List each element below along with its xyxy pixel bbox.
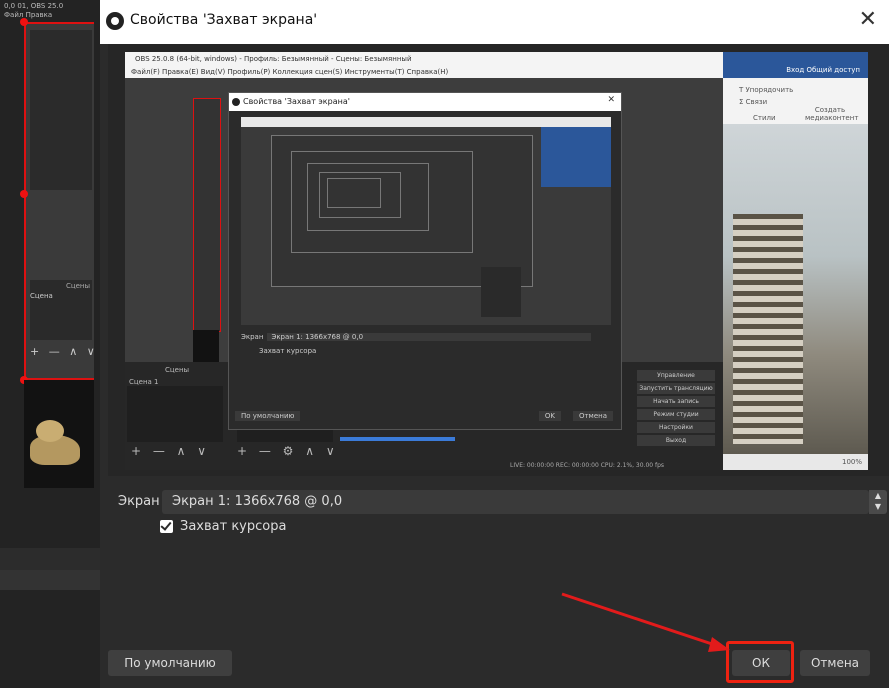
scene-item[interactable]: Сцена (30, 292, 53, 300)
screen-label: Экран (118, 494, 160, 509)
captured-ribbon: Вход Общий доступ (723, 52, 868, 78)
captured-scenes-label: Сцены (165, 366, 190, 374)
captured-scenes-panel (127, 386, 223, 442)
background-bar (0, 570, 100, 590)
background-obs-window: 0,0 01, OBS 25.0 Файл Правка Сцены Сцена… (0, 0, 100, 688)
captured-control-button: Начать запись (637, 396, 715, 407)
defaults-button[interactable]: По умолчанию (108, 650, 232, 676)
cancel-button[interactable]: Отмена (800, 650, 870, 676)
captured-scene-1: Сцена 1 (129, 378, 159, 386)
captured-status-line: LIVE: 00:00:00 REC: 00:00:00 CPU: 2.1%, … (510, 462, 665, 469)
background-cat-image (24, 380, 94, 488)
properties-dialog: Свойства 'Захват экрана' ✕ OBS 25.0.8 (6… (100, 0, 889, 688)
captured-control-button: Настройки (637, 422, 715, 433)
nested-close-icon: ✕ (607, 95, 615, 105)
ribbon-text: Стили (753, 114, 776, 122)
background-menu: Файл Правка (4, 11, 53, 19)
captured-controls: + — ∧ ∨ (131, 444, 211, 458)
nested-default-button: По умолчанию (235, 411, 301, 421)
captured-control-button: Выход (637, 435, 715, 446)
ribbon-text: Σ Связи (739, 98, 768, 106)
nested-level (481, 267, 521, 317)
captured-control-button: Запустить трансляцию (637, 383, 715, 394)
captured-controls: + — ⚙ ∧ ∨ (237, 444, 339, 458)
screen-capture-preview: OBS 25.0.8 (64-bit, windows) - Профиль: … (125, 52, 868, 470)
nested-screen-row: Экран Экран 1: 1366x768 @ 0,0 (241, 333, 592, 341)
nested-cursor-check: Захват курсора (259, 347, 317, 355)
background-title: 0,0 01, OBS 25.0 (4, 2, 64, 10)
nested-preview (241, 117, 611, 325)
nested-cancel-button: Отмена (572, 411, 613, 421)
background-scenes-panel: Сцены (30, 280, 92, 340)
nested-dialog: Свойства 'Захват экрана' ✕ Экран Экран 1:… (228, 92, 622, 430)
dialog-title: Свойства 'Захват экрана' (130, 12, 318, 28)
screen-select-value: Экран 1: 1366x768 @ 0,0 (172, 494, 343, 509)
captured-window-title: OBS 25.0.8 (64-bit, windows) - Профиль: … (125, 52, 723, 66)
captured-scene-frame (193, 98, 221, 332)
spinner-icon[interactable]: ▲ ▼ (869, 490, 887, 514)
captured-control-button: Режим студии (637, 409, 715, 420)
capture-cursor-label: Захват курсора (180, 519, 287, 534)
capture-cursor-checkbox[interactable] (160, 520, 173, 533)
scenes-header: Сцены (65, 282, 90, 290)
nested-level (541, 127, 611, 187)
obs-logo-icon (106, 12, 124, 30)
captured-stairs (733, 214, 803, 444)
cat-head (36, 420, 64, 442)
close-icon[interactable]: ✕ (859, 8, 877, 32)
nested-level (241, 117, 611, 127)
captured-menu-bar: Файл(F) Правка(E) Вид(V) Профиль(P) Колл… (125, 66, 723, 78)
captured-volume-meter (340, 437, 455, 441)
resize-handle[interactable] (20, 18, 28, 26)
captured-control-button: Управление (637, 370, 715, 381)
ok-highlight-box (726, 641, 794, 683)
nested-level (327, 178, 381, 208)
nested-dialog-title: Свойства 'Захват экрана' (229, 93, 621, 111)
nested-ok-button: OK (538, 411, 561, 421)
scene-controls[interactable]: + — ∧ ∨ (30, 345, 98, 358)
ribbon-text: Т Упорядочить (739, 86, 794, 94)
nested-screen-value: Экран 1: 1366x768 @ 0,0 (267, 333, 592, 341)
resize-handle[interactable] (20, 190, 28, 198)
ribbon-text: Создать медиаконтент (805, 106, 859, 122)
background-panel (30, 30, 92, 190)
captured-ribbon-body: Т Упорядочить Σ Связи Стили Создать меди… (723, 78, 868, 124)
captured-zoom: 100% (723, 454, 868, 470)
captured-document: 100% (723, 124, 868, 470)
nested-screen-label: Экран (241, 333, 264, 341)
screen-select[interactable]: Экран 1: 1366x768 @ 0,0 (162, 490, 869, 514)
background-bar (0, 548, 100, 570)
dialog-titlebar: Свойства 'Захват экрана' ✕ (100, 0, 889, 44)
ribbon-share: Вход Общий доступ (786, 66, 860, 74)
preview-area: OBS 25.0.8 (64-bit, windows) - Профиль: … (108, 44, 889, 476)
captured-control-buttons: Управление Запустить трансляцию Начать з… (637, 370, 715, 448)
